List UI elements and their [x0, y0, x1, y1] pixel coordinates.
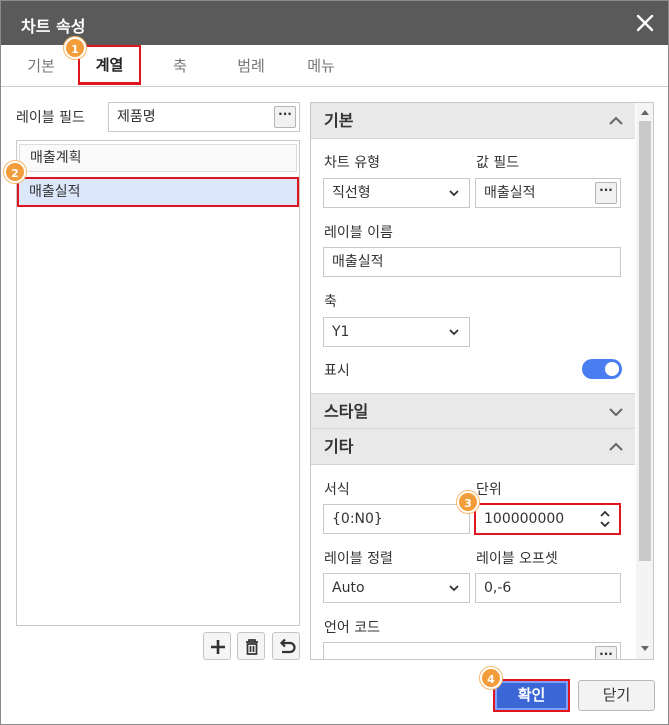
series-properties-panel: 기본 차트 유형 직선형 값 필드 매출실적 ··· 레이블 이름 매출실적 축…	[310, 102, 654, 660]
show-toggle[interactable]	[582, 359, 622, 379]
more-icon[interactable]: ···	[595, 182, 617, 204]
value-field-label: 값 필드	[476, 155, 520, 171]
section-style-header[interactable]: 스타일	[311, 393, 635, 429]
label-offset-input[interactable]: 0,-6	[475, 573, 621, 603]
label-align-select[interactable]: Auto	[323, 573, 470, 603]
chevron-down-icon	[449, 585, 459, 592]
label-offset-label: 레이블 오프셋	[476, 551, 558, 567]
chevron-down-icon	[449, 190, 459, 197]
tab-basic[interactable]: 기본	[13, 45, 69, 87]
step-badge-3: 3	[457, 491, 479, 513]
undo-icon	[279, 638, 296, 654]
chevron-down-icon	[449, 329, 459, 336]
undo-button[interactable]	[272, 632, 300, 660]
lang-code-label: 언어 코드	[324, 620, 380, 636]
section-etc-header[interactable]: 기타	[311, 429, 635, 465]
unit-value: 100000000	[484, 511, 565, 527]
lang-code-input[interactable]: ···	[323, 642, 621, 659]
axis-value: Y1	[332, 324, 350, 340]
close-button[interactable]: 닫기	[578, 680, 655, 711]
dialog-title: 차트 속성	[21, 17, 86, 36]
value-field-input[interactable]: 매출실적 ···	[475, 178, 621, 208]
chart-properties-dialog: 차트 속성 기본 계열 축 범례 메뉴 1 레이블 필드 제품명 ··· 매출계…	[0, 0, 669, 725]
tab-legend[interactable]: 범례	[223, 45, 279, 87]
chart-type-label: 차트 유형	[324, 155, 380, 171]
spinner-icon[interactable]	[599, 508, 611, 530]
show-label: 표시	[324, 363, 350, 379]
label-field-label: 레이블 필드	[16, 110, 85, 126]
section-style-title: 스타일	[324, 402, 369, 421]
label-field-input[interactable]: 제품명 ···	[108, 102, 300, 132]
format-input[interactable]: {0:N0}	[323, 504, 470, 534]
unit-stepper[interactable]: 100000000	[474, 503, 621, 535]
ok-button[interactable]: 확인	[493, 679, 570, 712]
tab-bar: 기본 계열 축 범례 메뉴	[1, 45, 668, 87]
format-label: 서식	[324, 482, 350, 498]
step-badge-1: 1	[64, 37, 86, 59]
series-list[interactable]: 매출계획 매출실적	[16, 140, 300, 626]
trash-icon	[246, 639, 258, 655]
tab-series[interactable]: 계열	[78, 45, 141, 85]
label-name-value: 매출실적	[332, 254, 384, 270]
value-field-value: 매출실적	[484, 185, 536, 201]
chevron-up-icon[interactable]	[609, 115, 623, 127]
more-icon[interactable]: ···	[595, 646, 617, 659]
title-bar: 차트 속성	[1, 1, 668, 45]
label-name-input[interactable]: 매출실적	[323, 247, 621, 277]
chevron-up-icon[interactable]	[609, 441, 623, 453]
chevron-down-icon[interactable]	[609, 406, 623, 418]
format-value: {0:N0}	[332, 511, 383, 527]
section-etc-title: 기타	[324, 437, 354, 456]
plus-icon	[211, 640, 225, 654]
step-badge-4: 4	[480, 667, 502, 689]
label-offset-value: 0,-6	[484, 580, 512, 596]
label-align-label: 레이블 정렬	[324, 551, 393, 567]
list-item-selected[interactable]: 매출실적	[17, 177, 299, 207]
chart-type-select[interactable]: 직선형	[323, 178, 470, 208]
label-name-label: 레이블 이름	[324, 225, 393, 241]
chart-type-value: 직선형	[332, 185, 371, 201]
tab-menu[interactable]: 메뉴	[293, 45, 349, 87]
list-item[interactable]: 매출계획	[19, 144, 297, 172]
axis-select[interactable]: Y1	[323, 317, 470, 347]
add-series-button[interactable]	[203, 632, 231, 660]
tab-axis[interactable]: 축	[153, 45, 207, 87]
close-icon[interactable]	[636, 14, 654, 32]
scroll-down-icon[interactable]	[640, 645, 650, 653]
section-basic-title: 기본	[324, 111, 354, 130]
scroll-up-icon[interactable]	[640, 108, 650, 116]
label-align-value: Auto	[332, 580, 365, 596]
label-field-value: 제품명	[117, 109, 156, 125]
unit-label: 단위	[476, 482, 502, 498]
toggle-knob	[605, 362, 619, 376]
axis-label: 축	[324, 294, 337, 310]
scrollbar-thumb[interactable]	[639, 121, 651, 561]
delete-series-button[interactable]	[237, 632, 265, 660]
step-badge-2: 2	[4, 161, 26, 183]
section-basic-header[interactable]: 기본	[311, 103, 635, 139]
more-icon[interactable]: ···	[274, 106, 296, 128]
